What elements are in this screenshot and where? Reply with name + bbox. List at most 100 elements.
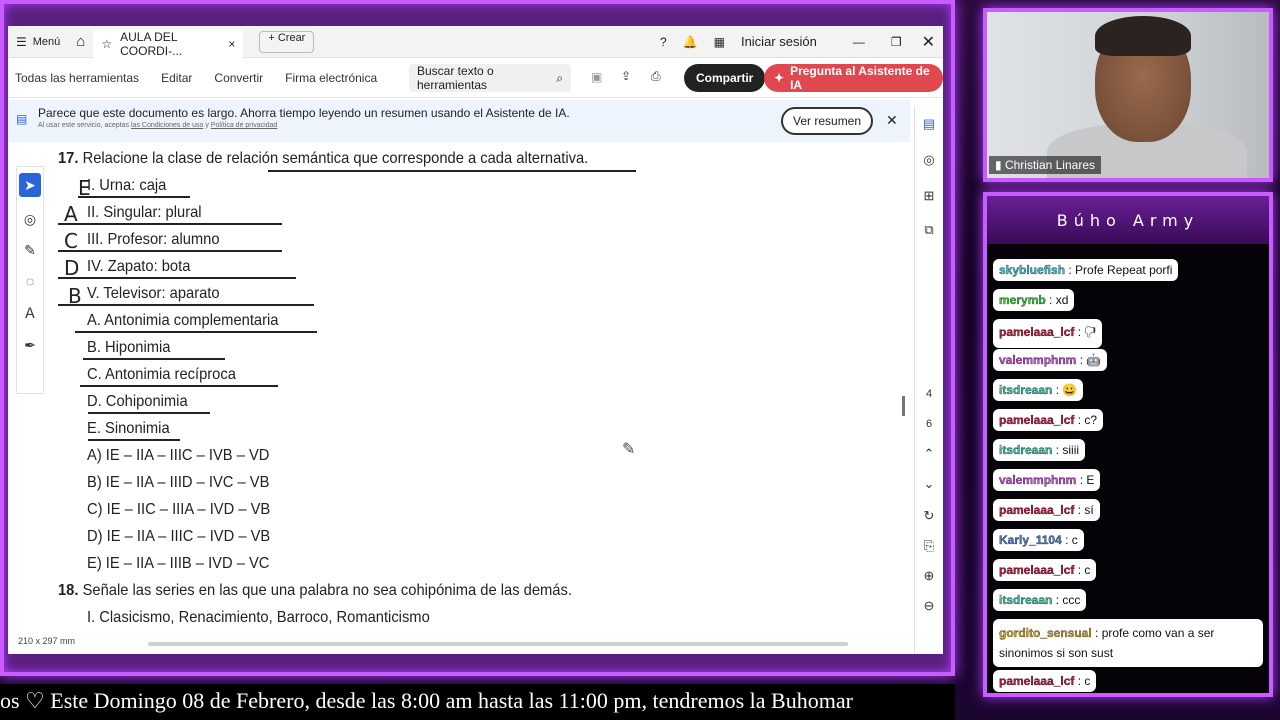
webcam-name: Christian Linares: [1004, 158, 1095, 172]
item-3: III. Profesor: alumno: [87, 231, 220, 248]
star-icon[interactable]: ☆: [101, 37, 112, 51]
create-label: Crear: [277, 31, 306, 44]
chat-username[interactable]: itsdreaan: [999, 383, 1053, 397]
pages-icon[interactable]: ⧉: [924, 222, 933, 238]
news-ticker: os ♡ Este Domingo 08 de Febrero, desde l…: [0, 684, 955, 720]
chat-username[interactable]: pamelaaa_lcf: [999, 674, 1075, 688]
banner-close-icon[interactable]: ✕: [886, 112, 898, 129]
chat-text: : E: [1076, 473, 1095, 487]
select-cursor-icon[interactable]: ➤: [19, 173, 41, 197]
document-tab[interactable]: ☆ AULA DEL COORDI-... ×: [93, 29, 244, 58]
sign-icon[interactable]: ✒: [24, 337, 36, 354]
chat-username[interactable]: merymb: [999, 293, 1046, 307]
horizontal-scrollbar[interactable]: [148, 642, 848, 646]
chat-text: : c: [1061, 533, 1078, 547]
chat-username[interactable]: valemmphnm: [999, 353, 1077, 367]
chat-username[interactable]: pamelaaa_lcf: [999, 325, 1075, 339]
upload-icon[interactable]: ⇪: [621, 69, 631, 83]
chat-username[interactable]: gordito_sensual: [999, 626, 1092, 640]
menu-button[interactable]: ☰ Menú: [8, 26, 68, 57]
terms-link[interactable]: las Condiciones de uso: [131, 122, 203, 129]
vertical-scrollbar[interactable]: [902, 396, 905, 416]
underline: [80, 385, 278, 387]
underline: [75, 331, 317, 333]
chat-username[interactable]: pamelaaa_lcf: [999, 413, 1075, 427]
refresh-icon[interactable]: ↻: [924, 508, 935, 524]
save-icon[interactable]: ▣: [591, 70, 602, 84]
lasso-icon[interactable]: ◌: [26, 273, 34, 289]
minimize-icon[interactable]: —: [839, 26, 879, 57]
q17-number: 17.: [58, 150, 79, 167]
page-down-icon[interactable]: ⌄: [924, 476, 935, 492]
share-label: Compartir: [696, 71, 754, 85]
zoom-out-icon[interactable]: ⊖: [924, 598, 935, 614]
chat-text: : xd: [1045, 293, 1069, 307]
tab-title: AULA DEL COORDI-...: [120, 29, 183, 58]
share-button[interactable]: Compartir: [684, 64, 766, 92]
webcam-feed: ▮ Christian Linares: [983, 8, 1273, 182]
ai-panel-icon[interactable]: ▤: [923, 116, 935, 132]
chat-username[interactable]: skybluefish: [999, 263, 1065, 277]
comments-panel-icon[interactable]: ◎: [923, 152, 934, 168]
menu-label: Menú: [32, 35, 61, 48]
zoom-in-icon[interactable]: ⊕: [924, 568, 935, 584]
banner-subtext: Al usar este servicio, aceptas las Condi…: [38, 122, 277, 129]
create-button[interactable]: + Crear: [259, 30, 315, 53]
help-icon[interactable]: ?: [652, 26, 675, 57]
bookmark-icon[interactable]: ⊞: [924, 188, 935, 204]
option-a: A) IE – IIA – IIIC – IVB – VD: [87, 447, 270, 464]
handwritten-letter-3: C: [64, 229, 78, 253]
stream-overlay: ☰ Menú ⌂ ☆ AULA DEL COORDI-... × + Crear…: [0, 0, 1280, 720]
page-up-icon[interactable]: ⌃: [924, 446, 935, 462]
chat-username[interactable]: pamelaaa_lcf: [999, 503, 1075, 517]
chat-message: pamelaaa_lcf : sí: [993, 499, 1100, 521]
export-icon[interactable]: ⎘: [924, 538, 934, 554]
type-d: D. Cohiponimia: [87, 393, 188, 410]
banner-sub-mid: y: [203, 122, 211, 129]
pencil-icon[interactable]: ✎: [24, 242, 36, 259]
search-icon: ⌕: [556, 70, 563, 85]
text-box-icon[interactable]: Ａ: [23, 303, 37, 323]
search-label: Buscar texto o herramientas: [417, 64, 494, 92]
underline: [58, 277, 296, 279]
option-e: E) IE – IIA – IIIB – IVD – VC: [87, 555, 270, 572]
esign-link[interactable]: Firma electrónica: [274, 71, 388, 85]
privacy-link[interactable]: Política de privacidad: [211, 122, 278, 129]
apps-grid-icon[interactable]: ▦: [706, 26, 733, 57]
toolbar: Todas las herramientas Editar Convertir …: [8, 58, 943, 98]
underline: [88, 439, 180, 441]
bell-icon[interactable]: 🔔: [675, 26, 706, 57]
underline: [58, 223, 282, 225]
chat-text: : c?: [1074, 413, 1098, 427]
print-icon[interactable]: ⎙: [651, 69, 661, 84]
tab-close-icon[interactable]: ×: [228, 37, 235, 51]
signin-link[interactable]: Iniciar sesión: [733, 26, 825, 57]
document-page: 17. Relacione la clase de relación semán…: [48, 142, 908, 634]
chat-username[interactable]: pamelaaa_lcf: [999, 563, 1075, 577]
window-close-icon[interactable]: ✕: [914, 26, 943, 57]
home-icon[interactable]: ⌂: [68, 26, 93, 57]
page-size: 210 x 297 mm: [18, 636, 76, 646]
all-tools-link[interactable]: Todas las herramientas: [8, 71, 150, 85]
type-e: E. Sinonimia: [87, 420, 170, 437]
chat-username[interactable]: itsdreaan: [999, 443, 1053, 457]
edit-link[interactable]: Editar: [150, 71, 203, 85]
current-page[interactable]: 4: [926, 388, 932, 400]
convert-link[interactable]: Convertir: [203, 71, 274, 85]
comment-icon[interactable]: ◎: [24, 211, 36, 228]
underline: [58, 250, 282, 252]
chat-username[interactable]: itsdreaan: [999, 593, 1053, 607]
search-tools-input[interactable]: Buscar texto o herramientas ⌕: [409, 64, 571, 92]
underline: [78, 196, 190, 198]
handwritten-letter-2: A: [64, 202, 78, 226]
chat-username[interactable]: Karly_1104: [999, 533, 1062, 547]
handwritten-letter-1: E: [78, 176, 91, 200]
left-tool-rail: ➤ ◎ ✎ ◌ Ａ ✒: [16, 166, 44, 394]
chat-message: itsdreaan : ccc: [993, 589, 1087, 611]
restore-icon[interactable]: ❐: [879, 26, 914, 57]
underline: [83, 358, 225, 360]
view-summary-button[interactable]: Ver resumen: [781, 107, 874, 135]
q18-item-1: I. Clasicismo, Renacimiento, Barroco, Ro…: [87, 609, 430, 626]
ai-assistant-button[interactable]: ✦ Pregunta al Asistente de IA: [764, 64, 943, 92]
chat-username[interactable]: valemmphnm: [999, 473, 1077, 487]
